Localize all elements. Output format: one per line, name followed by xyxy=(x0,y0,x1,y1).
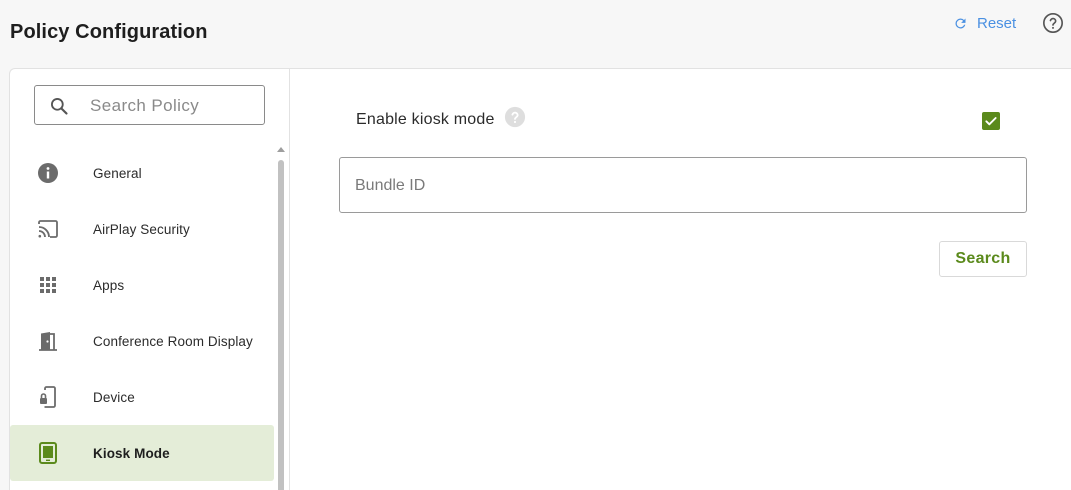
sidebar-item-label: Kiosk Mode xyxy=(93,445,170,461)
door-icon xyxy=(36,329,60,353)
sidebar-item-label: AirPlay Security xyxy=(93,221,190,237)
refresh-icon xyxy=(955,17,966,28)
scroll-thumb[interactable] xyxy=(278,160,284,490)
sidebar-item-conference-room-display[interactable]: Conference Room Display xyxy=(10,313,274,369)
policy-card: General AirPlay Security Apps xyxy=(9,68,1071,490)
sidebar-item-device[interactable]: Device xyxy=(10,369,274,425)
grid-icon xyxy=(36,273,60,297)
tablet-icon xyxy=(36,441,60,465)
bundle-id-input[interactable] xyxy=(355,175,1005,197)
sidebar-item-label: Apps xyxy=(93,277,125,293)
sidebar-scrollbar[interactable] xyxy=(276,147,286,490)
cast-icon xyxy=(36,217,60,241)
search-button[interactable]: Search xyxy=(939,241,1027,277)
policy-sidebar: General AirPlay Security Apps xyxy=(10,69,290,490)
page-header: Policy Configuration Reset xyxy=(0,0,1071,68)
sidebar-item-general[interactable]: General xyxy=(10,145,274,201)
sidebar-item-apps[interactable]: Apps xyxy=(10,257,274,313)
search-icon xyxy=(51,98,68,115)
reset-button[interactable]: Reset xyxy=(953,13,1016,33)
device-lock-icon xyxy=(36,385,60,409)
search-policy-field[interactable] xyxy=(34,85,265,125)
info-icon xyxy=(36,161,60,185)
check-icon xyxy=(985,117,997,126)
sidebar-item-airplay-security[interactable]: AirPlay Security xyxy=(10,201,274,257)
policy-nav-list: General AirPlay Security Apps Conference… xyxy=(10,145,274,481)
sidebar-item-label: Conference Room Display xyxy=(93,333,253,349)
sidebar-item-kiosk-mode[interactable]: Kiosk Mode xyxy=(10,425,274,481)
sidebar-item-label: General xyxy=(93,165,142,181)
reset-label: Reset xyxy=(977,14,1017,32)
help-circle-icon[interactable] xyxy=(1042,12,1064,34)
scroll-up-arrow[interactable] xyxy=(277,147,285,152)
kiosk-mode-panel: Enable kiosk mode Search xyxy=(291,69,1071,490)
page-title: Policy Configuration xyxy=(10,21,208,43)
enable-kiosk-mode-label: Enable kiosk mode xyxy=(356,111,495,128)
search-policy-input[interactable] xyxy=(90,95,255,117)
enable-kiosk-mode-checkbox[interactable] xyxy=(982,112,1000,130)
help-tooltip-icon[interactable] xyxy=(504,106,526,128)
sidebar-item-label: Device xyxy=(93,389,135,405)
bundle-id-field[interactable] xyxy=(339,157,1027,213)
